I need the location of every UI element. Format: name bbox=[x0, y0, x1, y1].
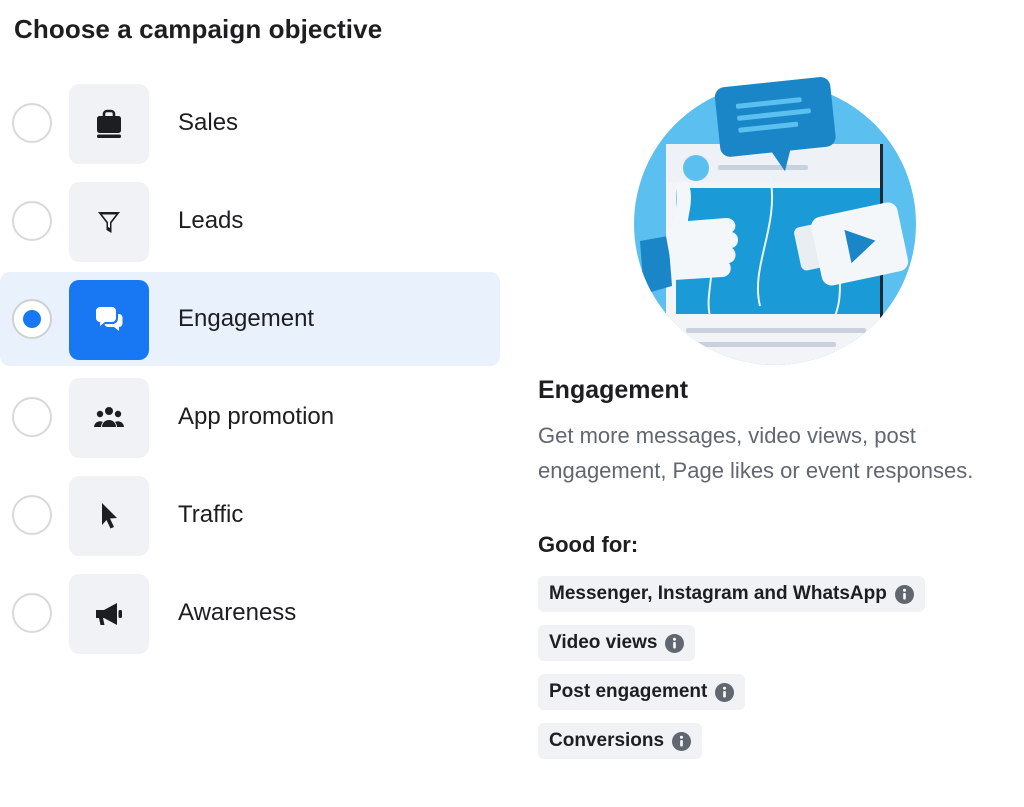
chip-label: Messenger, Instagram and WhatsApp bbox=[549, 583, 887, 604]
sales-radio[interactable] bbox=[12, 103, 52, 143]
people-group-icon bbox=[94, 407, 124, 427]
app-promotion-radio[interactable] bbox=[12, 397, 52, 437]
objective-option-traffic[interactable]: Traffic bbox=[0, 468, 500, 562]
good-for-chip: Messenger, Instagram and WhatsApp bbox=[538, 576, 925, 612]
chat-bubbles-icon bbox=[96, 307, 123, 331]
info-icon[interactable] bbox=[715, 682, 735, 702]
app-promotion-icon-tile bbox=[69, 378, 149, 458]
objective-label: Engagement bbox=[178, 305, 315, 332]
engagement-icon-tile bbox=[69, 280, 149, 360]
engagement-illustration bbox=[630, 76, 920, 368]
engagement-radio[interactable] bbox=[12, 299, 52, 339]
leads-icon-tile bbox=[69, 182, 149, 262]
good-for-chip-list: Messenger, Instagram and WhatsApp Video … bbox=[538, 576, 925, 772]
funnel-icon bbox=[98, 212, 120, 233]
page-title: Choose a campaign objective bbox=[14, 14, 383, 44]
objective-label: Sales bbox=[178, 109, 239, 136]
sales-icon-tile bbox=[69, 84, 149, 164]
info-icon[interactable] bbox=[894, 584, 914, 604]
objective-option-engagement[interactable]: Engagement bbox=[0, 272, 500, 366]
traffic-radio[interactable] bbox=[12, 495, 52, 535]
objective-label: Traffic bbox=[178, 501, 244, 528]
objective-option-sales[interactable]: Sales bbox=[0, 76, 500, 170]
chip-label: Post engagement bbox=[549, 681, 708, 702]
info-icon[interactable] bbox=[672, 731, 692, 751]
engagement-illustration-art bbox=[634, 77, 916, 365]
objective-detail-description: Get more messages, video views, post eng… bbox=[538, 423, 974, 483]
objective-label: App promotion bbox=[178, 403, 335, 430]
traffic-icon-tile bbox=[69, 476, 149, 556]
chip-label: Conversions bbox=[549, 730, 665, 751]
objective-detail-title: Engagement bbox=[538, 376, 689, 404]
objective-option-awareness[interactable]: Awareness bbox=[0, 566, 500, 660]
good-for-chip: Video views bbox=[538, 625, 696, 661]
objective-label: Awareness bbox=[178, 599, 297, 626]
leads-radio[interactable] bbox=[12, 201, 52, 241]
good-for-label: Good for: bbox=[538, 532, 639, 557]
awareness-icon-tile bbox=[69, 574, 149, 654]
objective-option-app-promotion[interactable]: App promotion bbox=[0, 370, 500, 464]
objective-list: Sales Leads Engagement App promotion Tra… bbox=[0, 76, 500, 664]
good-for-chip: Conversions bbox=[538, 723, 703, 759]
shopping-bag-icon bbox=[97, 109, 121, 138]
info-icon[interactable] bbox=[665, 633, 685, 653]
objective-option-leads[interactable]: Leads bbox=[0, 174, 500, 268]
objective-label: Leads bbox=[178, 207, 244, 234]
cursor-arrow-icon bbox=[102, 503, 117, 529]
chip-label: Video views bbox=[549, 632, 658, 653]
good-for-chip: Post engagement bbox=[538, 674, 746, 710]
awareness-radio[interactable] bbox=[12, 593, 52, 633]
megaphone-icon bbox=[96, 603, 122, 625]
